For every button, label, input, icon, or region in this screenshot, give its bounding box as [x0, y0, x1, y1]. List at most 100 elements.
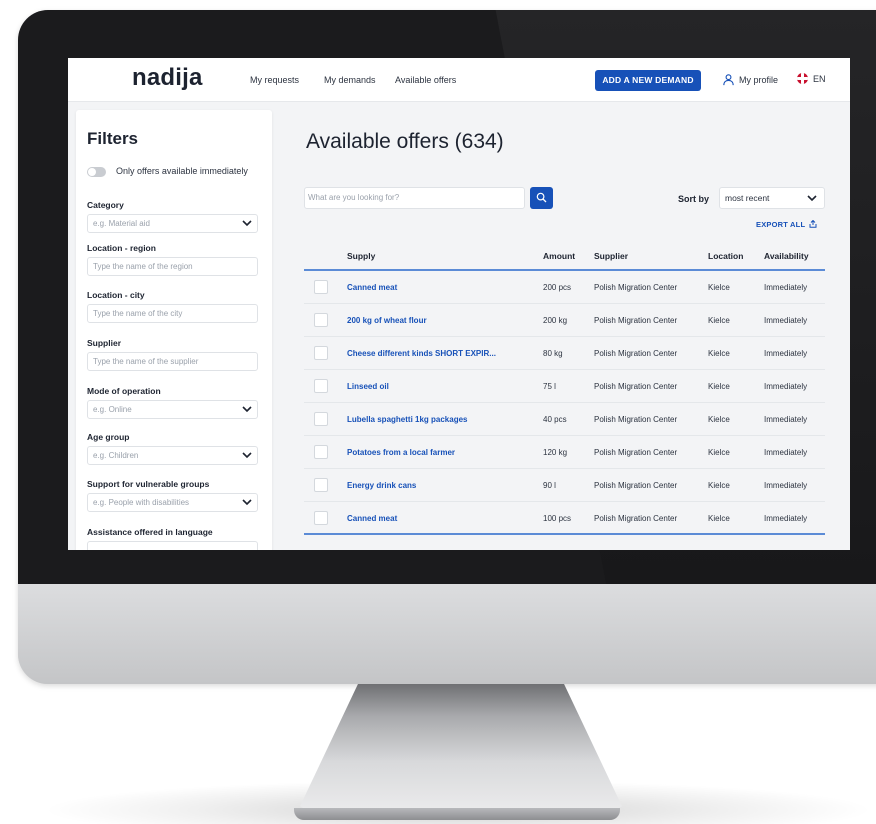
- cell-amount: 120 kg: [543, 448, 568, 457]
- cell-amount: 100 pcs: [543, 514, 572, 523]
- table-row[interactable]: 200 kg of wheat flour 200 kg Polish Migrat…: [304, 304, 825, 337]
- search-button[interactable]: [530, 187, 553, 209]
- table-row[interactable]: Canned meat 100 pcs Polish Migration Cente…: [304, 502, 825, 535]
- export-label: EXPORT ALL: [756, 220, 806, 229]
- cell-supply[interactable]: Linseed oil: [347, 382, 389, 391]
- chevron-down-icon: [242, 499, 252, 506]
- cell-location: Kielce: [708, 448, 730, 457]
- cell-supply[interactable]: Cheese different kinds SHORT EXPIR...: [347, 349, 496, 358]
- uk-flag-icon: [797, 73, 808, 84]
- filters-title: Filters: [87, 129, 139, 148]
- cell-availability: Immediately: [764, 382, 808, 391]
- header-amount[interactable]: Amount: [543, 251, 575, 261]
- header-availability[interactable]: Availability: [764, 251, 809, 261]
- cell-supply[interactable]: Potatoes from a local farmer: [347, 448, 455, 457]
- row-checkbox[interactable]: [314, 313, 328, 327]
- cell-availability: Immediately: [764, 349, 808, 358]
- export-icon: [809, 219, 817, 228]
- monitor: nadija My requests My demands Available …: [18, 10, 876, 684]
- header-supply[interactable]: Supply: [347, 251, 375, 261]
- cell-supplier: Polish Migration Center: [594, 316, 678, 325]
- cell-supplier: Polish Migration Center: [594, 382, 678, 391]
- vulnerable-select[interactable]: e.g. People with disabilities: [87, 493, 258, 512]
- cell-location: Kielce: [708, 382, 730, 391]
- age-label: Age group: [87, 432, 130, 442]
- table-row[interactable]: Energy drink cans 90 l Polish Migration Ce…: [304, 469, 825, 502]
- user-icon: [723, 74, 734, 86]
- city-placeholder: Type the name of the city: [93, 309, 183, 318]
- immediate-availability-toggle[interactable]: [87, 167, 106, 177]
- chevron-down-icon: [242, 452, 252, 459]
- filters-sidebar: Filters Only offers available immediatel…: [76, 110, 272, 550]
- city-input[interactable]: Type the name of the city: [87, 304, 258, 323]
- nav-my-demands[interactable]: My demands: [324, 75, 376, 85]
- vulnerable-label: Support for vulnerable groups: [87, 479, 210, 489]
- export-all-button[interactable]: EXPORT ALL: [756, 219, 817, 229]
- monitor-stand: [300, 684, 622, 814]
- table-row[interactable]: Potatoes from a local farmer 120 kg Polish…: [304, 436, 825, 469]
- cell-supply[interactable]: Canned meat: [347, 514, 397, 523]
- app-screen: nadija My requests My demands Available …: [68, 58, 850, 550]
- table-row[interactable]: Lubella spaghetti 1kg packages 40 pcs Poli…: [304, 403, 825, 436]
- header-supplier[interactable]: Supplier: [594, 251, 628, 261]
- chevron-down-icon: [807, 195, 817, 202]
- cell-availability: Immediately: [764, 283, 808, 292]
- cell-location: Kielce: [708, 514, 730, 523]
- cell-supplier: Polish Migration Center: [594, 415, 678, 424]
- monitor-chin: [18, 584, 876, 684]
- language-select[interactable]: [87, 541, 258, 550]
- region-label: Location - region: [87, 243, 156, 253]
- nadija-logo[interactable]: nadija: [132, 64, 203, 92]
- row-checkbox[interactable]: [314, 511, 328, 525]
- supplier-input[interactable]: Type the name of the supplier: [87, 352, 258, 371]
- age-select[interactable]: e.g. Children: [87, 446, 258, 465]
- language-switch[interactable]: EN: [797, 73, 826, 84]
- mode-placeholder: e.g. Online: [93, 405, 132, 414]
- table-row[interactable]: Canned meat 200 pcs Polish Migration Cente…: [304, 271, 825, 304]
- cell-supply[interactable]: Energy drink cans: [347, 481, 416, 490]
- row-checkbox[interactable]: [314, 478, 328, 492]
- city-label: Location - city: [87, 290, 145, 300]
- sort-value: most recent: [725, 193, 770, 203]
- cell-supply[interactable]: 200 kg of wheat flour: [347, 316, 427, 325]
- cell-supplier: Polish Migration Center: [594, 349, 678, 358]
- cell-amount: 80 kg: [543, 349, 563, 358]
- row-checkbox[interactable]: [314, 280, 328, 294]
- cell-supplier: Polish Migration Center: [594, 448, 678, 457]
- sort-label: Sort by: [678, 194, 710, 204]
- cell-supply[interactable]: Canned meat: [347, 283, 397, 292]
- mode-label: Mode of operation: [87, 386, 161, 396]
- supplier-label: Supplier: [87, 338, 122, 348]
- row-checkbox[interactable]: [314, 445, 328, 459]
- age-placeholder: e.g. Children: [93, 451, 139, 460]
- table-header: Supply Amount Supplier Location Availabi…: [304, 239, 825, 271]
- cell-location: Kielce: [708, 316, 730, 325]
- cell-amount: 75 l: [543, 382, 556, 391]
- cell-location: Kielce: [708, 481, 730, 490]
- language-label: EN: [813, 73, 826, 84]
- mode-select[interactable]: e.g. Online: [87, 400, 258, 419]
- language-filter-label: Assistance offered in language: [87, 527, 213, 537]
- table-row[interactable]: Linseed oil 75 l Polish Migration Center Ki…: [304, 370, 825, 403]
- cell-supply[interactable]: Lubella spaghetti 1kg packages: [347, 415, 467, 424]
- chevron-down-icon: [242, 220, 252, 227]
- cell-amount: 200 kg: [543, 316, 568, 325]
- search-input[interactable]: What are you looking for?: [304, 187, 525, 209]
- row-checkbox[interactable]: [314, 346, 328, 360]
- row-checkbox[interactable]: [314, 379, 328, 393]
- region-placeholder: Type the name of the region: [93, 262, 193, 271]
- nav-available-offers[interactable]: Available offers: [395, 75, 456, 85]
- sort-select[interactable]: most recent: [719, 187, 825, 209]
- offers-table: Supply Amount Supplier Location Availabi…: [304, 239, 825, 535]
- category-placeholder: e.g. Material aid: [93, 219, 150, 228]
- category-select[interactable]: e.g. Material aid: [87, 214, 258, 233]
- nav-my-requests[interactable]: My requests: [250, 75, 299, 85]
- row-checkbox[interactable]: [314, 412, 328, 426]
- my-profile-link[interactable]: My profile: [722, 73, 778, 86]
- table-row[interactable]: Cheese different kinds SHORT EXPIR... 80 …: [304, 337, 825, 370]
- region-input[interactable]: Type the name of the region: [87, 257, 258, 276]
- cell-supplier: Polish Migration Center: [594, 481, 678, 490]
- header-location[interactable]: Location: [708, 251, 743, 261]
- cell-amount: 90 l: [543, 481, 556, 490]
- add-new-demand-button[interactable]: ADD A NEW DEMAND: [595, 70, 701, 91]
